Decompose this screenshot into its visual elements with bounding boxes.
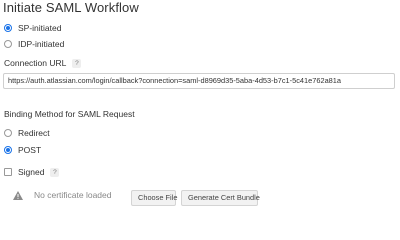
radio-button[interactable] (4, 40, 12, 48)
radio-idp-initiated[interactable]: IDP-initiated (4, 39, 64, 49)
signed-checkbox[interactable] (4, 168, 12, 176)
radio-label: IDP-initiated (18, 39, 65, 49)
warning-icon (13, 190, 23, 200)
help-icon[interactable]: ? (50, 167, 60, 177)
binding-method-label: Binding Method for SAML Request (4, 109, 135, 119)
radio-label: SP-initiated (18, 23, 62, 33)
signed-label: Signed (18, 167, 45, 177)
certificate-status-text: No certificate loaded (34, 190, 112, 200)
radio-button[interactable] (4, 129, 12, 137)
connection-url-label: Connection URL (4, 58, 67, 68)
radio-button-selected[interactable] (4, 24, 12, 32)
signed-checkbox-row[interactable]: Signed ? (4, 167, 60, 177)
generate-cert-bundle-button[interactable]: Generate Cert Bundle (181, 190, 260, 206)
radio-post[interactable]: POST (4, 145, 41, 155)
radio-button-selected[interactable] (4, 146, 12, 154)
page-title: Initiate SAML Workflow (3, 0, 139, 15)
radio-redirect[interactable]: Redirect (4, 128, 50, 138)
choose-file-button[interactable]: Choose File (131, 190, 177, 206)
radio-sp-initiated[interactable]: SP-initiated (4, 23, 61, 33)
connection-url-field[interactable]: https://auth.atlassian.com/login/callbac… (3, 73, 395, 89)
connection-url-label-row: Connection URL ? (4, 58, 82, 68)
radio-label: Redirect (18, 128, 50, 138)
radio-label: POST (18, 145, 42, 155)
certificate-status: No certificate loaded (13, 190, 112, 200)
saml-workflow-panel: Initiate SAML Workflow SP-initiated IDP-… (0, 0, 400, 210)
binding-method-label-row: Binding Method for SAML Request (4, 109, 135, 119)
help-icon[interactable]: ? (72, 58, 82, 68)
